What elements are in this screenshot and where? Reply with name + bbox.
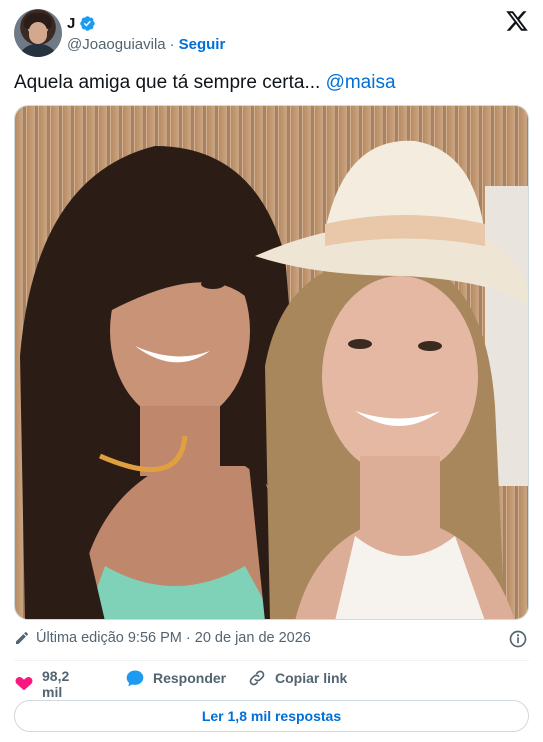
tweet-text: Aquela amiga que tá sempre certa... @mai…	[14, 71, 396, 95]
author-handle-row: @Joaoguiavila · Seguir	[67, 36, 225, 53]
like-button[interactable]: 98,2 mil	[14, 668, 69, 700]
pencil-icon	[16, 631, 29, 644]
avatar-face	[29, 22, 47, 44]
follow-button[interactable]: Seguir	[179, 36, 226, 53]
reply-label: Responder	[153, 670, 227, 686]
copy-link-label: Copiar link	[275, 670, 348, 686]
heart-icon	[15, 677, 33, 691]
verified-badge-icon	[80, 15, 96, 31]
x-logo-icon[interactable]	[505, 9, 529, 33]
tweet-photo[interactable]	[14, 105, 529, 620]
selfie-image	[15, 106, 528, 619]
separator-dot: ·	[169, 36, 175, 53]
divider	[14, 660, 529, 661]
tweet-body: Aquela amiga que tá sempre certa...	[14, 72, 326, 93]
tweet-embed-card: J @Joaoguiavila · Seguir Aquela amiga qu…	[0, 0, 543, 742]
copy-link-button[interactable]: Copiar link	[247, 668, 347, 688]
tweet-meta: Última edição 9:56 PM · 20 de jan de 202…	[14, 630, 311, 646]
author-name-row: J	[67, 13, 96, 33]
avatar[interactable]	[14, 9, 62, 57]
like-count: 98,2 mil	[42, 668, 70, 700]
avatar-shirt	[18, 44, 58, 57]
info-icon[interactable]	[508, 629, 528, 649]
edited-timestamp[interactable]: Última edição 9:56 PM · 20 de jan de 202…	[36, 630, 311, 646]
mention-link[interactable]: @maisa	[326, 72, 396, 93]
reply-bubble-icon	[126, 670, 144, 687]
read-replies-button[interactable]: Ler 1,8 mil respostas	[14, 700, 529, 732]
author-handle[interactable]: @Joaoguiavila	[67, 36, 166, 53]
link-icon	[249, 670, 265, 686]
author-name[interactable]: J	[67, 15, 75, 32]
reply-button[interactable]: Responder	[125, 668, 226, 688]
